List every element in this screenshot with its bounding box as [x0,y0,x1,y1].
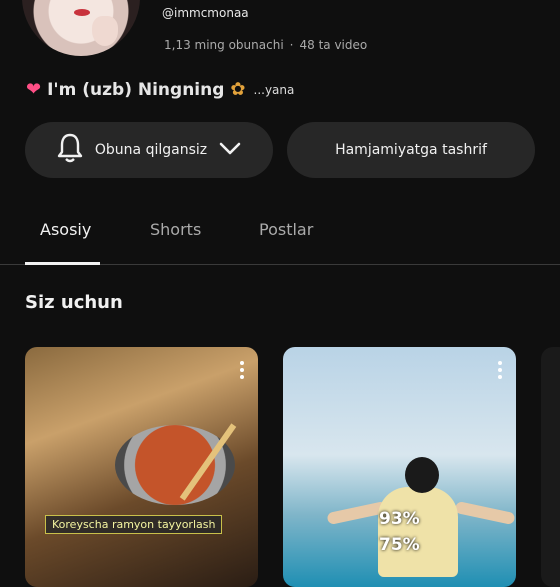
avatar-hand [92,16,118,46]
ramen-bowl [115,425,235,505]
person-head [405,457,439,493]
channel-bio[interactable]: ❤ I'm (uzb) Ningning ✿ ...yana [26,79,294,100]
avatar-lips [74,9,90,16]
more-vertical-icon[interactable] [240,361,244,379]
bio-more[interactable]: ...yana [254,83,295,97]
channel-stats: 1,13 ming obunachi · 48 ta video [164,38,367,52]
short-card-partial[interactable] [541,347,560,587]
tab-home[interactable]: Asosiy [40,220,91,239]
card-caption: Koreyscha ramyon tayyorlash [45,515,223,534]
bell-icon [55,132,85,168]
right-arm [454,500,516,526]
more-vertical-icon[interactable] [498,361,502,379]
channel-tabs: Asosiy Shorts Postlar [0,206,560,265]
overlay-percent-bottom: 75% [379,535,420,555]
channel-avatar[interactable] [22,0,140,56]
stats-separator: · [289,38,294,52]
video-count: 48 ta video [299,38,368,52]
section-title: Siz uchun [25,292,123,313]
active-tab-indicator [25,262,100,265]
heart-icon: ❤ [26,79,42,100]
tab-shorts[interactable]: Shorts [150,220,201,239]
short-card-beach[interactable]: 93% 75% [283,347,516,587]
overlay-percent-top: 93% [379,509,420,529]
person-shirt [378,487,458,577]
channel-handle: @immcmonaa [162,6,249,20]
community-label: Hamjamiyatga tashrif [335,142,487,158]
short-card-ramen[interactable]: Koreyscha ramyon tayyorlash [25,347,258,587]
subscribed-label: Obuna qilgansiz [94,142,208,158]
tab-posts[interactable]: Postlar [259,220,313,239]
subscribed-button[interactable]: Obuna qilgansiz [25,122,273,178]
subscriber-count: 1,13 ming obunachi [164,38,284,52]
bio-name: I'm (uzb) Ningning [47,79,225,100]
chevron-down-icon [217,138,243,162]
butterfly-icon: ✿ [230,79,246,100]
community-button[interactable]: Hamjamiyatga tashrif [287,122,535,178]
